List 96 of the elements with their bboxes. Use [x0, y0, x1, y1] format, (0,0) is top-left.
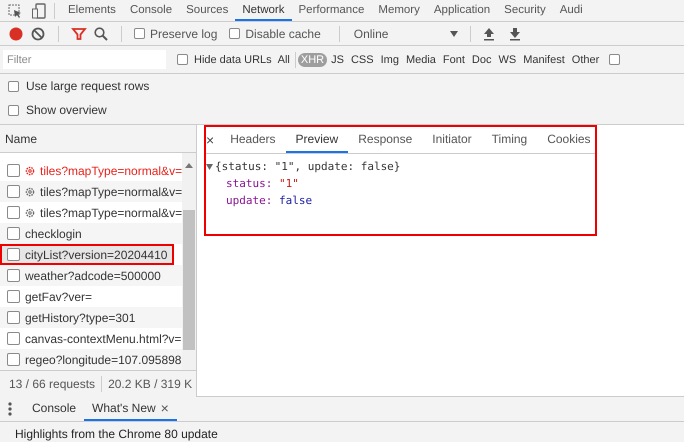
request-row[interactable]: cityList?version=20204410 [0, 244, 174, 265]
record-icon[interactable] [8, 26, 24, 42]
request-name: tiles?mapType=normal&v= [40, 164, 182, 178]
row-icon [7, 269, 20, 282]
type-filter[interactable]: JS [328, 52, 347, 66]
checkbox-label[interactable]: Use large request rows [26, 79, 150, 93]
row-icon [7, 185, 20, 198]
drawer-tab[interactable]: What's New × [84, 397, 177, 421]
panel-tab[interactable]: Network [235, 0, 292, 21]
checkbox[interactable] [8, 104, 19, 116]
request-name: tiles?mapType=normal&v= [40, 206, 182, 220]
checkbox-label[interactable]: Disable cache [245, 26, 321, 40]
panel-tab[interactable]: Security [497, 0, 553, 21]
gear-icon [25, 166, 35, 176]
checkbox[interactable] [229, 28, 240, 39]
gear-icon [25, 208, 35, 218]
row-icon [7, 353, 20, 366]
row-icon [7, 248, 20, 261]
scroll-up-icon[interactable] [185, 163, 193, 168]
row-icon [7, 206, 20, 219]
request-name: weather?adcode=500000 [25, 268, 161, 282]
gear-icon [25, 186, 35, 196]
status-text: 20.2 KB / 319 K [108, 377, 192, 391]
checkbox[interactable] [609, 54, 620, 65]
type-filter[interactable]: Img [378, 52, 402, 66]
type-filter[interactable]: CSS [348, 52, 377, 66]
checkbox-label[interactable]: Preserve log [150, 26, 218, 40]
panel-tab[interactable]: Performance [292, 0, 372, 21]
json-property: update: false [226, 194, 312, 207]
row-icon [7, 164, 20, 177]
json-property: status: "1" [226, 177, 299, 190]
request-row[interactable]: weather?adcode=500000 [0, 265, 182, 286]
type-filter[interactable]: Manifest [520, 52, 568, 66]
request-row[interactable]: tiles?mapType=normal&v= [0, 160, 182, 181]
upload-icon[interactable] [482, 26, 495, 40]
panel-tab[interactable]: Memory [371, 0, 427, 21]
close-icon[interactable]: × [160, 400, 169, 416]
row-icon [7, 227, 20, 240]
whats-new-heading: Highlights from the Chrome 80 update [14, 426, 219, 441]
request-name: checklogin [25, 226, 82, 240]
type-filter[interactable]: WS [495, 52, 520, 66]
checkbox-label[interactable]: Show overview [26, 103, 107, 117]
type-filter[interactable]: Doc [468, 52, 494, 66]
panel-tab[interactable]: Application [426, 0, 498, 21]
request-name: getFav?ver= [25, 290, 92, 304]
caret-icon [450, 30, 458, 36]
device-icon[interactable] [32, 2, 46, 18]
request-row[interactable]: getHistory?type=301 [0, 307, 182, 328]
request-row[interactable]: canvas-contextMenu.html?v= [0, 328, 182, 349]
request-name: cityList?version=20204410 [25, 248, 168, 262]
checkbox[interactable] [177, 54, 188, 65]
request-row[interactable]: regeo?longitude=107.095898 [0, 349, 182, 370]
json-summary: {status: "1", update: false} [215, 160, 400, 173]
checkbox-label[interactable]: Hide data URLs [194, 54, 272, 66]
drawer-tab[interactable]: Console [24, 397, 84, 421]
request-name: canvas-contextMenu.html?v= [25, 332, 182, 346]
type-filter[interactable]: Other [568, 52, 602, 66]
more-icon[interactable] [8, 402, 12, 416]
request-name: tiles?mapType=normal&v= [40, 184, 182, 198]
checkbox[interactable] [8, 80, 19, 92]
row-icon [7, 332, 20, 345]
filter-icon[interactable] [71, 26, 87, 42]
panel-tab[interactable]: Audi [552, 0, 590, 21]
search-icon[interactable] [93, 26, 109, 42]
download-icon[interactable] [508, 26, 521, 40]
request-row[interactable]: tiles?mapType=normal&v= [0, 202, 182, 223]
close-button[interactable]: × [206, 127, 220, 153]
detail-tab[interactable]: Preview [286, 127, 348, 153]
detail-tab[interactable]: Cookies [537, 127, 601, 153]
row-icon [7, 290, 20, 303]
request-row[interactable]: tiles?mapType=normal&v= [0, 181, 182, 202]
type-filter[interactable]: All [274, 52, 293, 66]
panel-tab[interactable]: Elements [61, 0, 123, 21]
clear-icon[interactable] [30, 26, 46, 42]
column-header[interactable]: Name [0, 125, 196, 153]
request-row[interactable]: checklogin [0, 223, 182, 244]
inspect-icon[interactable] [8, 4, 22, 18]
scrollbar[interactable] [182, 153, 196, 370]
row-icon [7, 311, 20, 324]
request-name: regeo?longitude=107.095898 [25, 352, 182, 366]
filter-field[interactable]: Filter [3, 50, 166, 69]
request-row[interactable]: getFav?ver= [0, 286, 182, 307]
detail-tab[interactable]: Response [348, 127, 422, 153]
panel-tab[interactable]: Sources [179, 0, 236, 21]
detail-tab[interactable]: Timing [482, 127, 538, 153]
checkbox[interactable] [134, 28, 145, 39]
expand-triangle-icon[interactable] [206, 164, 213, 170]
scrollbar-thumb[interactable] [183, 210, 195, 350]
detail-tab[interactable]: Initiator [422, 127, 482, 153]
detail-tab[interactable]: Headers [220, 127, 286, 153]
request-name: getHistory?type=301 [25, 310, 136, 324]
type-filter[interactable]: Media [402, 52, 439, 66]
throttling-dropdown[interactable]: Online [352, 26, 458, 40]
type-filter[interactable]: Font [440, 52, 468, 66]
panel-tab[interactable]: Console [122, 0, 180, 21]
status-text: 13 / 66 requests [9, 377, 96, 391]
